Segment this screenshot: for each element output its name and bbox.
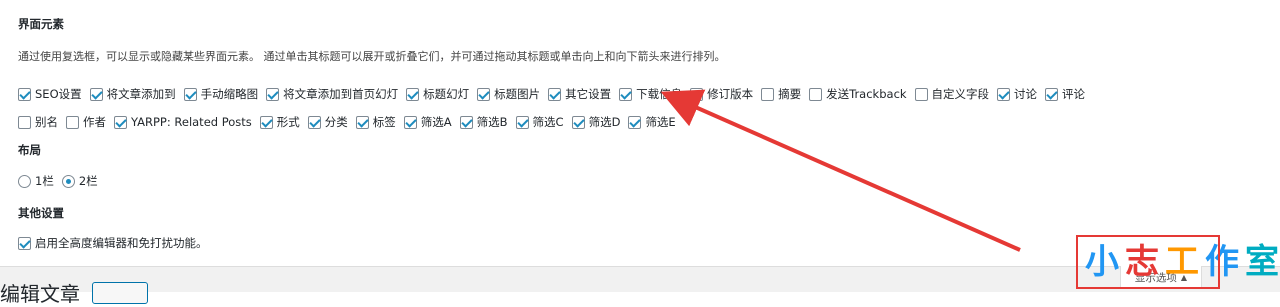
- annotation-arrow: [660, 89, 1021, 252]
